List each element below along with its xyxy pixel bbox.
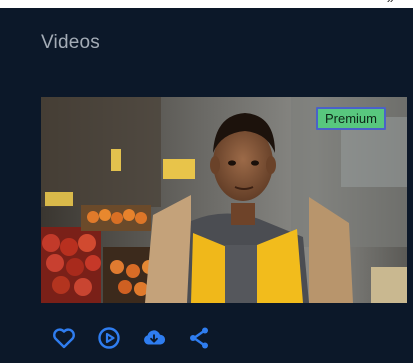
card-title: Videos [41,32,100,53]
cloud-download-icon [144,330,166,345]
play-button[interactable] [97,326,121,350]
like-button[interactable] [52,326,76,350]
share-button[interactable] [187,326,211,350]
video-thumbnail[interactable]: Premium [41,97,407,303]
top-edge-glyph: » [387,0,395,6]
share-icon [190,327,208,349]
top-strip: » [0,0,417,8]
premium-badge: Premium [316,107,386,130]
heart-icon [53,328,75,349]
play-circle-icon [98,327,120,349]
card-edge [413,0,417,363]
video-actions [52,327,211,349]
videos-card: Videos Premium [0,8,413,363]
page: » Videos [0,0,417,363]
download-button[interactable] [142,326,166,350]
